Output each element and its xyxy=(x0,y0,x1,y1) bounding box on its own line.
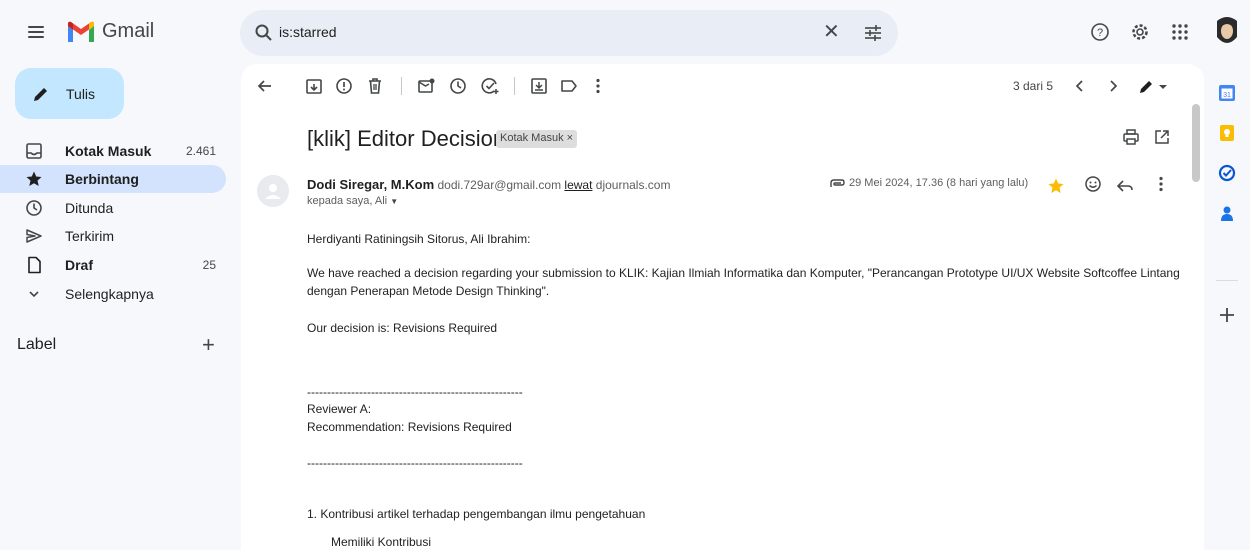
labels-heading: Label xyxy=(17,336,57,353)
send-icon xyxy=(26,229,42,243)
chevron-left-icon[interactable] xyxy=(1070,76,1090,96)
email-subject: [klik] Editor Decision xyxy=(307,126,506,151)
sidebar-item-label: Selengkapnya xyxy=(65,286,154,302)
body-decision: Our decision is: Revisions Required xyxy=(307,321,498,335)
inbox-icon xyxy=(26,143,42,159)
sidebar-item-label: Berbintang xyxy=(65,171,139,187)
more-vertical-icon[interactable] xyxy=(588,76,608,96)
body-paragraph-line: We have reached a decision regarding you… xyxy=(307,266,1180,280)
pencil-icon xyxy=(34,88,47,101)
app-name: Gmail xyxy=(102,20,155,42)
add-addon-plus-icon[interactable] xyxy=(1218,306,1236,324)
via-link[interactable]: lewat xyxy=(564,178,592,192)
delete-icon[interactable] xyxy=(365,76,385,96)
add-label-button[interactable]: + xyxy=(202,332,215,358)
sidebar-item-label: Kotak Masuk xyxy=(65,143,152,159)
body-separator: ----------------------------------------… xyxy=(307,385,523,399)
scrollbar-thumb[interactable] xyxy=(1192,104,1200,182)
compose-button[interactable]: Tulis xyxy=(15,68,124,119)
recipients-line[interactable]: kepada saya, Ali ▼ xyxy=(307,195,398,207)
tasks-app-icon[interactable] xyxy=(1218,164,1236,182)
side-panel-divider xyxy=(1216,280,1238,281)
snooze-clock-icon[interactable] xyxy=(448,76,468,96)
star-icon xyxy=(26,171,42,186)
report-spam-icon[interactable] xyxy=(334,76,354,96)
open-new-window-icon[interactable] xyxy=(1152,127,1172,147)
chevron-down-icon xyxy=(29,291,39,298)
inbox-label-chip[interactable]: Kotak Masuk × xyxy=(496,130,578,148)
archive-icon[interactable] xyxy=(304,76,324,96)
sidebar-item-label: Draf xyxy=(65,257,94,273)
body-paragraph-line: dengan Penerapan Metode Design Thinking"… xyxy=(307,284,550,298)
caret-down-icon[interactable]: ▼ xyxy=(390,197,398,206)
settings-gear-icon[interactable] xyxy=(1130,22,1150,42)
search-bar[interactable]: is:starred ✕ xyxy=(240,10,898,56)
back-arrow-icon[interactable] xyxy=(255,76,275,96)
calendar-app-icon[interactable]: 31 xyxy=(1218,84,1236,102)
body-recommendation: Recommendation: Revisions Required xyxy=(307,420,512,434)
add-to-tasks-icon[interactable] xyxy=(480,76,500,96)
sidebar-item-inbox[interactable]: Kotak Masuk 2.461 xyxy=(0,137,226,165)
move-to-icon[interactable] xyxy=(529,76,549,96)
print-icon[interactable] xyxy=(1121,127,1141,147)
draft-icon xyxy=(28,256,41,274)
chevron-right-icon[interactable] xyxy=(1103,76,1123,96)
mark-unread-icon[interactable] xyxy=(416,76,436,96)
keep-app-icon[interactable] xyxy=(1218,124,1236,142)
recipients-text: kepada saya, Ali xyxy=(307,195,388,207)
main-menu-button[interactable] xyxy=(24,18,52,46)
clear-search-icon[interactable]: ✕ xyxy=(823,22,840,42)
search-icon[interactable] xyxy=(254,23,274,43)
sidebar-item-more[interactable]: Selengkapnya xyxy=(0,280,226,308)
pagination-text: 3 dari 5 xyxy=(1013,79,1054,93)
clock-icon xyxy=(26,200,42,216)
apps-grid-icon[interactable] xyxy=(1170,22,1190,42)
top-bar: Gmail is:starred ✕ ? xyxy=(0,0,1250,64)
sender-name[interactable]: Dodi Siregar, M.Kom xyxy=(307,177,434,192)
contacts-app-icon[interactable] xyxy=(1218,204,1236,222)
body-separator: ----------------------------------------… xyxy=(307,456,523,470)
email-date: 29 Mei 2024, 17.36 (8 hari yang lalu) xyxy=(849,177,1029,189)
sidebar-item-sent[interactable]: Terkirim xyxy=(0,222,226,250)
sender-line: Dodi Siregar, M.Kom dodi.729ar@gmail.com… xyxy=(307,177,670,192)
sidebar-item-count: 25 xyxy=(202,258,216,272)
emoji-react-icon[interactable] xyxy=(1083,174,1103,194)
body-item: 1. Kontribusi artikel terhadap pengemban… xyxy=(307,507,646,521)
gmail-logo-icon[interactable] xyxy=(66,20,96,44)
search-options-icon[interactable] xyxy=(863,23,883,43)
account-avatar[interactable] xyxy=(1213,15,1241,47)
search-input[interactable]: is:starred xyxy=(279,24,337,40)
toolbar-divider xyxy=(401,77,402,95)
attachment-icon xyxy=(830,179,845,187)
svg-text:31: 31 xyxy=(1223,92,1231,99)
message-view: 3 dari 5 [klik] Editor Decision Kotak Ma… xyxy=(241,64,1204,550)
input-tools-pen-icon[interactable] xyxy=(1137,76,1169,96)
svg-text:?: ? xyxy=(1097,27,1103,39)
via-domain: djournals.com xyxy=(595,178,671,192)
compose-label: Tulis xyxy=(66,86,96,102)
body-item-answer: Memiliki Kontribusi xyxy=(331,535,432,549)
body-reviewer: Reviewer A: xyxy=(307,402,372,416)
more-options-icon[interactable] xyxy=(1151,174,1171,194)
sidebar-item-snoozed[interactable]: Ditunda xyxy=(0,194,226,222)
sidebar-item-label: Terkirim xyxy=(65,228,114,244)
label-tag-icon[interactable] xyxy=(559,76,579,96)
body-greeting: Herdiyanti Ratiningsih Sitorus, Ali Ibra… xyxy=(307,232,531,246)
toolbar-divider xyxy=(514,77,515,95)
sidebar-item-count: 2.461 xyxy=(185,144,216,158)
sender-avatar[interactable] xyxy=(257,175,289,207)
sidebar-item-drafts[interactable]: Draf 25 xyxy=(0,251,226,279)
help-icon[interactable]: ? xyxy=(1090,22,1110,42)
sidebar-item-label: Ditunda xyxy=(65,200,114,216)
reply-icon[interactable] xyxy=(1115,176,1135,196)
sender-email: dodi.729ar@gmail.com xyxy=(437,178,562,192)
starred-star-icon[interactable] xyxy=(1046,176,1066,196)
sidebar-item-starred[interactable]: Berbintang xyxy=(0,165,226,193)
